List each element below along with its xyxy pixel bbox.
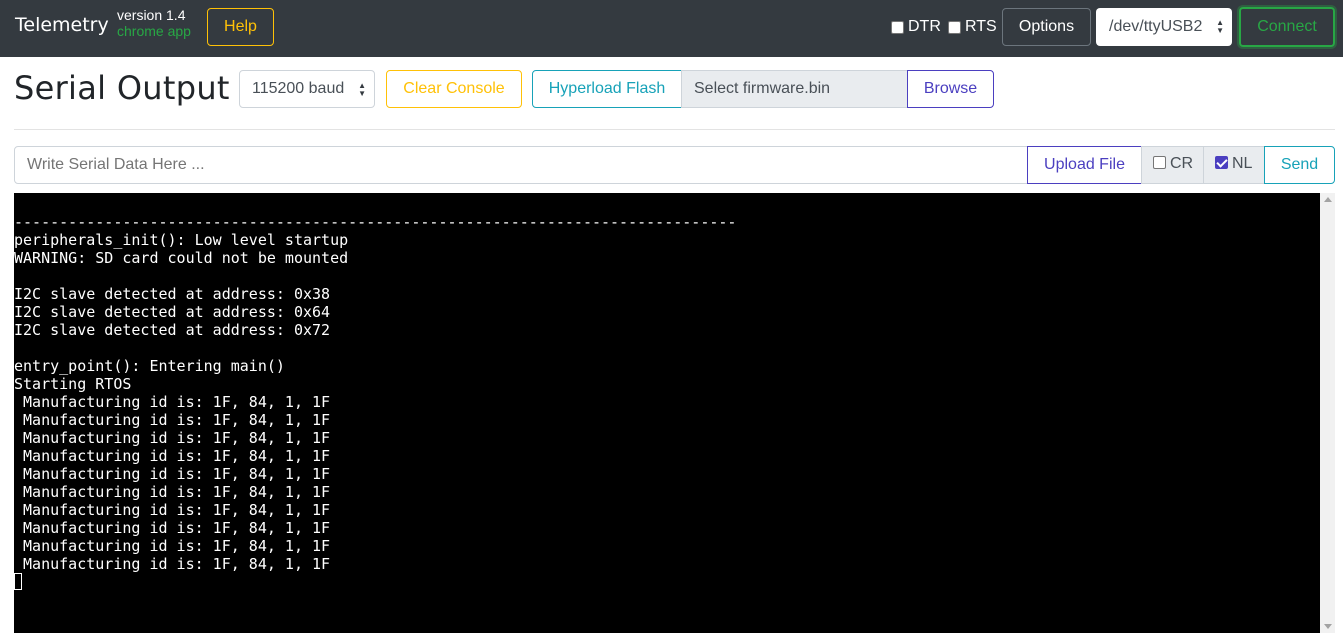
console-scrollbar[interactable] bbox=[1320, 193, 1335, 633]
rts-toggle[interactable]: RTS bbox=[948, 18, 997, 36]
port-selected-value: /dev/ttyUSB2 bbox=[1109, 18, 1203, 35]
scroll-down-icon[interactable] bbox=[1324, 624, 1332, 629]
console-line: Manufacturing id is: 1F, 84, 1, 1F bbox=[14, 501, 331, 519]
app-version: version 1.4 bbox=[117, 7, 186, 23]
scroll-up-icon[interactable] bbox=[1324, 197, 1332, 202]
divider bbox=[14, 129, 1335, 130]
console-line: Manufacturing id is: 1F, 84, 1, 1F bbox=[14, 447, 331, 465]
rts-checkbox-icon[interactable] bbox=[948, 20, 961, 34]
dtr-toggle[interactable]: DTR bbox=[891, 18, 941, 36]
serial-console[interactable]: ----------------------------------------… bbox=[14, 193, 1320, 633]
console-line: Manufacturing id is: 1F, 84, 1, 1F bbox=[14, 411, 331, 429]
connect-button[interactable]: Connect bbox=[1239, 7, 1335, 47]
updown-arrows-icon: ▲ ▼ bbox=[358, 81, 366, 98]
cr-label: CR bbox=[1170, 155, 1194, 172]
cr-toggle[interactable]: CR bbox=[1141, 146, 1204, 184]
console-line: I2C slave detected at address: 0x38 bbox=[14, 285, 331, 303]
console-line: peripherals_init(): Low level startup bbox=[14, 231, 349, 249]
console-line: Starting RTOS bbox=[14, 375, 132, 393]
clear-console-button[interactable]: Clear Console bbox=[386, 70, 522, 108]
help-button[interactable]: Help bbox=[207, 8, 274, 46]
nl-toggle[interactable]: NL bbox=[1203, 146, 1265, 184]
console-line: Manufacturing id is: 1F, 84, 1, 1F bbox=[14, 483, 331, 501]
hyperload-flash-button[interactable]: Hyperload Flash bbox=[532, 70, 682, 108]
firmware-file-field[interactable]: Select firmware.bin bbox=[681, 70, 908, 108]
console-output: ----------------------------------------… bbox=[14, 213, 736, 591]
serial-data-input[interactable] bbox=[14, 146, 1028, 184]
console-line: Manufacturing id is: 1F, 84, 1, 1F bbox=[14, 519, 331, 537]
firmware-placeholder: Select firmware.bin bbox=[694, 80, 831, 97]
updown-arrows-icon: ▲ ▼ bbox=[1216, 18, 1224, 35]
console-line: Manufacturing id is: 1F, 84, 1, 1F bbox=[14, 537, 331, 555]
console-line: Manufacturing id is: 1F, 84, 1, 1F bbox=[14, 393, 331, 411]
console-line: WARNING: SD card could not be mounted bbox=[14, 249, 349, 267]
console-line: Manufacturing id is: 1F, 84, 1, 1F bbox=[14, 465, 331, 483]
console-line: I2C slave detected at address: 0x64 bbox=[14, 303, 331, 321]
upload-file-button[interactable]: Upload File bbox=[1027, 146, 1142, 184]
nl-checkbox-icon[interactable] bbox=[1215, 156, 1228, 169]
page-title: Serial Output bbox=[14, 69, 230, 107]
app-subtitle: chrome app bbox=[117, 23, 191, 39]
console-line: Manufacturing id is: 1F, 84, 1, 1F bbox=[14, 555, 331, 573]
send-button[interactable]: Send bbox=[1264, 146, 1335, 184]
options-button[interactable]: Options bbox=[1002, 8, 1091, 46]
baud-selected-value: 115200 baud bbox=[252, 80, 345, 97]
console-line: entry_point(): Entering main() bbox=[14, 357, 285, 375]
dtr-checkbox-icon[interactable] bbox=[891, 20, 904, 34]
console-line: I2C slave detected at address: 0x72 bbox=[14, 321, 331, 339]
dtr-label: DTR bbox=[908, 18, 941, 35]
app-brand: Telemetry bbox=[15, 14, 109, 36]
cr-checkbox-icon[interactable] bbox=[1153, 156, 1166, 169]
console-line: Manufacturing id is: 1F, 84, 1, 1F bbox=[14, 429, 331, 447]
port-select[interactable]: /dev/ttyUSB2 ▲ ▼ bbox=[1096, 8, 1232, 46]
navbar: Telemetry version 1.4 chrome app Help DT… bbox=[0, 0, 1343, 57]
text-cursor-icon bbox=[14, 573, 22, 590]
console-line: ----------------------------------------… bbox=[14, 213, 737, 231]
nl-label: NL bbox=[1232, 155, 1253, 172]
rts-label: RTS bbox=[965, 18, 997, 35]
baud-select[interactable]: 115200 baud ▲ ▼ bbox=[239, 70, 375, 108]
browse-button[interactable]: Browse bbox=[907, 70, 994, 108]
